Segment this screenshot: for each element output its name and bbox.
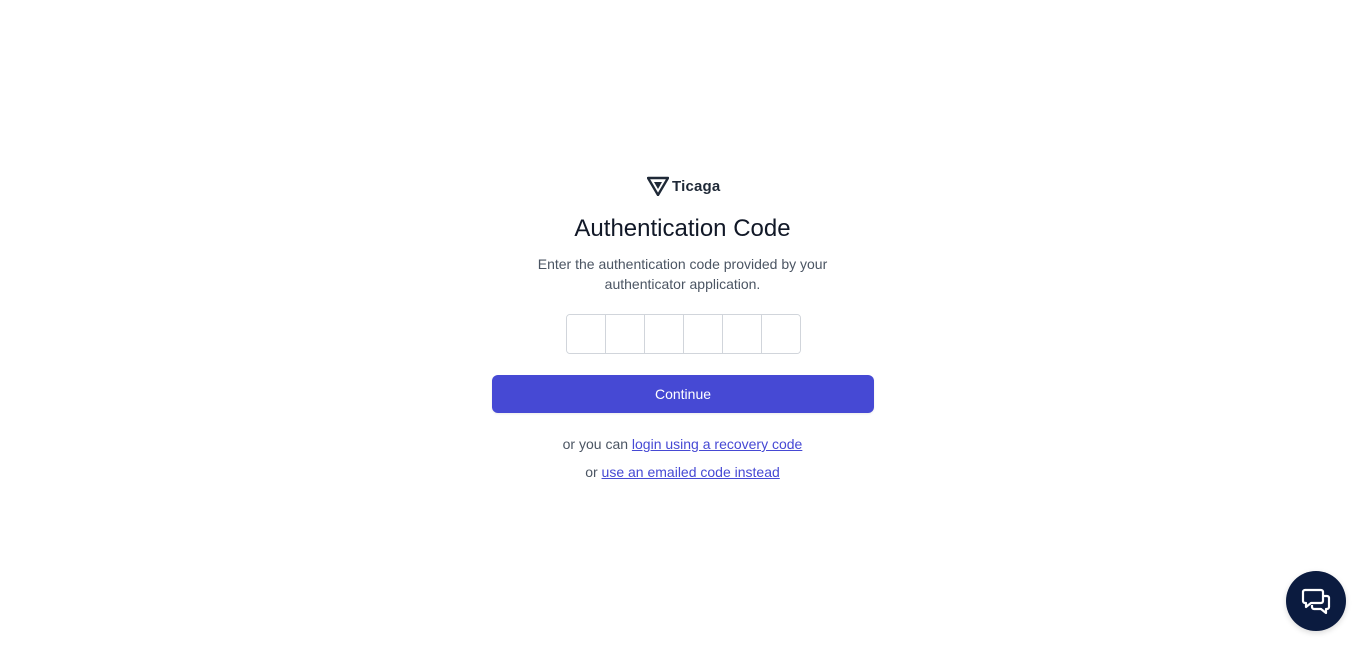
code-digit-4[interactable]	[684, 315, 723, 353]
chat-bubbles-icon	[1301, 588, 1331, 615]
email-code-line: or use an emailed code instead	[0, 462, 1365, 482]
code-digit-2[interactable]	[606, 315, 645, 353]
continue-button[interactable]: Continue	[492, 375, 874, 413]
code-digit-3[interactable]	[645, 315, 684, 353]
chat-widget-button[interactable]	[1286, 571, 1346, 631]
recovery-code-link[interactable]: login using a recovery code	[632, 436, 802, 452]
auth-page: Ticaga Authentication Code Enter the aut…	[0, 0, 1365, 650]
code-digit-6[interactable]	[762, 315, 800, 353]
recovery-code-line: or you can login using a recovery code	[0, 434, 1365, 454]
brand-logo: Ticaga	[647, 176, 720, 196]
recovery-prefix: or you can	[562, 436, 632, 452]
code-digit-1[interactable]	[567, 315, 606, 353]
page-subtitle: Enter the authentication code provided b…	[537, 256, 828, 292]
code-digit-5[interactable]	[723, 315, 762, 353]
code-input-group	[566, 314, 801, 354]
email-code-link[interactable]: use an emailed code instead	[602, 464, 780, 480]
page-title: Authentication Code	[574, 215, 791, 242]
email-prefix: or	[585, 464, 602, 480]
brand-name: Ticaga	[672, 177, 721, 195]
ticaga-logo-icon	[647, 176, 669, 196]
